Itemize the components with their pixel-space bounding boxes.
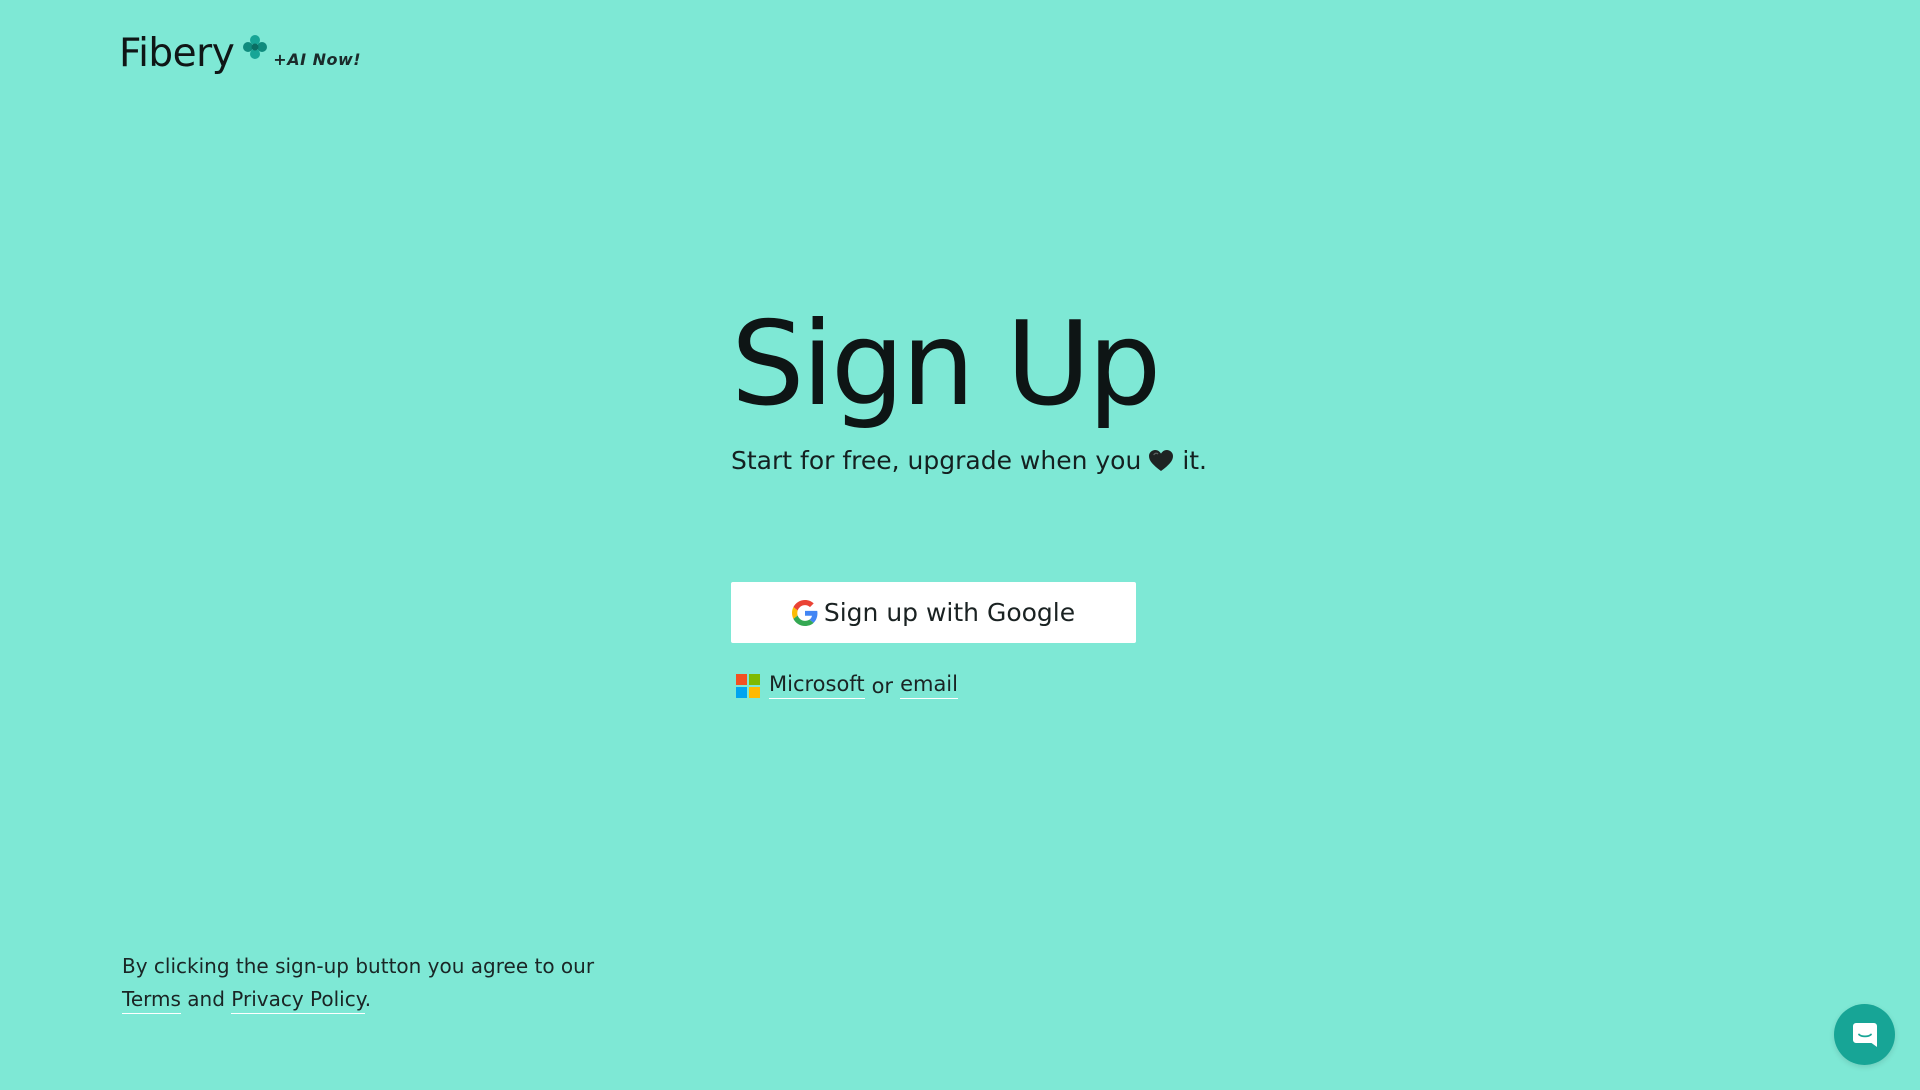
legal-notice-line2: Terms and Privacy Policy. [122, 983, 594, 1016]
alternative-signup-row: Microsoft or email [736, 672, 958, 699]
subtitle-text-start: Start for free, upgrade when you [731, 446, 1142, 475]
period-text: . [364, 987, 372, 1011]
subtitle: Start for free, upgrade when you it. [731, 446, 1291, 475]
legal-notice: By clicking the sign-up button you agree… [122, 950, 594, 1016]
microsoft-icon [736, 673, 760, 698]
chat-launcher-button[interactable] [1834, 1004, 1895, 1065]
ai-now-badge: +AI Now! [273, 50, 362, 69]
microsoft-signup-link[interactable]: Microsoft [769, 672, 865, 699]
google-icon [791, 599, 818, 626]
google-signup-button[interactable]: Sign up with Google [731, 582, 1136, 643]
or-text: or [871, 673, 894, 698]
fibery-flower-icon [243, 35, 268, 59]
subtitle-text-end: it. [1182, 446, 1208, 475]
google-button-label: Sign up with Google [823, 598, 1076, 627]
fibery-logo[interactable]: Fibery +AI Now! [119, 30, 361, 80]
black-heart-icon [1149, 449, 1174, 471]
page-title: Sign Up [731, 297, 1161, 432]
logo-text: Fibery [119, 31, 235, 76]
chat-bubble-icon [1852, 1022, 1877, 1047]
terms-link[interactable]: Terms [122, 987, 181, 1014]
and-text: and [187, 987, 225, 1011]
signup-panel: Sign Up Start for free, upgrade when you… [731, 297, 1291, 699]
legal-notice-line1: By clicking the sign-up button you agree… [122, 954, 595, 978]
email-signup-link[interactable]: email [900, 672, 958, 699]
privacy-policy-link[interactable]: Privacy Policy [231, 987, 365, 1014]
